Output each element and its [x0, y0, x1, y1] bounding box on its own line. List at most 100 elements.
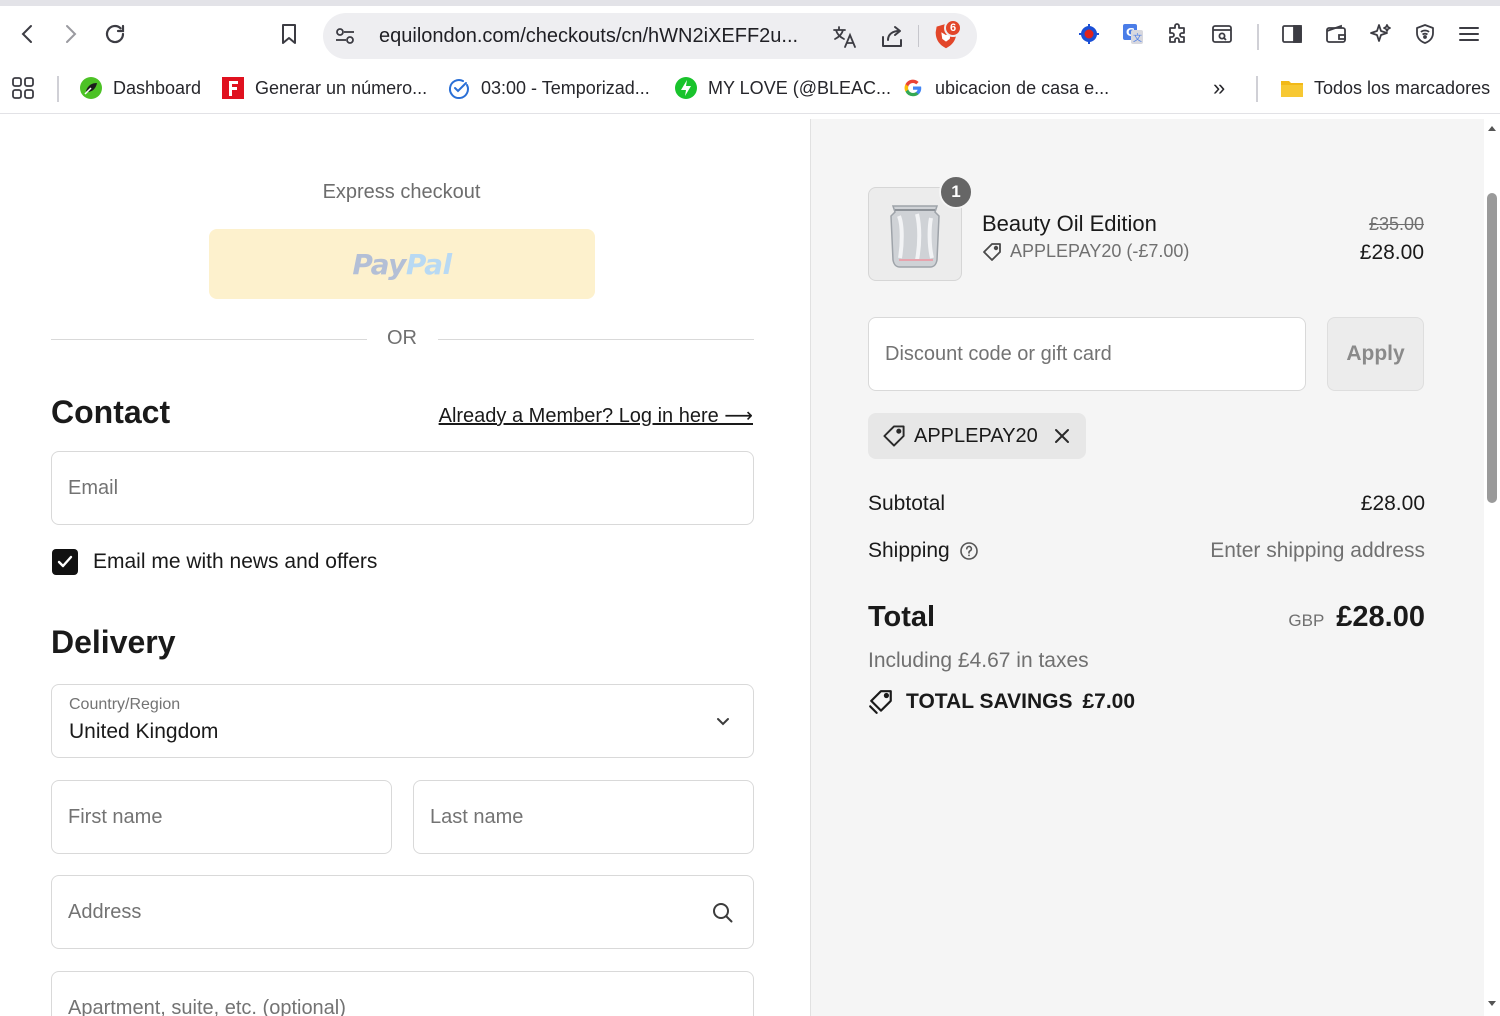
- newsletter-checkbox[interactable]: [52, 549, 78, 575]
- bookmarks-bar: Dashboard Generar un número... 03:00 - T…: [0, 64, 1500, 114]
- bookmark-label: 03:00 - Temporizad...: [481, 77, 650, 98]
- bookmark-label: MY LOVE (@BLEAC...: [708, 77, 891, 98]
- last-name-input[interactable]: [414, 781, 753, 853]
- delivery-heading: Delivery: [51, 624, 176, 660]
- chevron-down-icon: [711, 709, 735, 733]
- tag-icon: [983, 242, 1001, 261]
- checkout-form-column: Express checkout Pay Pal OR Contact Alrea…: [0, 119, 810, 1016]
- savings-label: TOTAL SAVINGS: [906, 690, 1073, 713]
- f-icon: [221, 76, 245, 100]
- discount-code-field[interactable]: [868, 317, 1306, 391]
- apply-button[interactable]: Apply: [1327, 317, 1424, 391]
- menu-icon[interactable]: [1455, 20, 1483, 48]
- product-discount-line: APPLEPAY20 (-£7.00): [982, 241, 1189, 262]
- sidebar-toggle-icon[interactable]: [1278, 20, 1306, 48]
- price-discounted: £28.00: [1359, 241, 1424, 264]
- back-icon[interactable]: [14, 20, 42, 48]
- bookmark-label: Dashboard: [113, 77, 202, 98]
- folder-icon: [1280, 76, 1304, 100]
- bookmarks-divider: [57, 76, 59, 102]
- email-input[interactable]: [52, 452, 753, 524]
- forward-icon[interactable]: [56, 20, 84, 48]
- reload-icon[interactable]: [101, 20, 129, 48]
- bookmark-my-love[interactable]: MY LOVE (@BLEAC...: [674, 75, 891, 101]
- extensions-puzzle-icon[interactable]: [1164, 20, 1192, 48]
- page-scrollbar[interactable]: [1484, 119, 1500, 1016]
- price-original: £35.00: [1368, 214, 1424, 234]
- total-savings: TOTAL SAVINGS £7.00: [868, 689, 1135, 715]
- discount-code-input[interactable]: [869, 318, 1305, 390]
- total-label: Total: [868, 601, 936, 633]
- apartment-input[interactable]: [52, 972, 753, 1016]
- country-label: Country/Region: [69, 696, 181, 713]
- all-bookmarks-folder[interactable]: Todos los marcadores: [1280, 75, 1490, 101]
- bookmark-label: Generar un número...: [255, 77, 428, 98]
- checkmark-icon: [57, 555, 73, 568]
- scrollbar-thumb[interactable]: [1487, 193, 1497, 503]
- total-amount: GBP £28.00: [1288, 601, 1425, 634]
- product-discount-text: APPLEPAY20 (-£7.00): [1010, 241, 1190, 261]
- product-name: Beauty Oil Edition: [982, 211, 1157, 236]
- tax-note: Including £4.67 in taxes: [868, 649, 1089, 672]
- last-name-field[interactable]: [413, 780, 754, 854]
- applied-code-text: APPLEPAY20: [914, 424, 1038, 447]
- translate-icon[interactable]: [831, 24, 857, 50]
- subtotal-value: £28.00: [1360, 492, 1425, 515]
- bookmark-dashboard[interactable]: Dashboard: [79, 75, 201, 101]
- scroll-down-icon[interactable]: [1487, 999, 1497, 1009]
- apps-grid-icon[interactable]: [10, 75, 36, 101]
- tag-icon: [883, 425, 905, 447]
- share-icon[interactable]: [879, 24, 905, 50]
- address-bar[interactable]: equilondon.com/checkouts/cn/hWN2iXEFF2u.…: [323, 13, 977, 59]
- bookmarks-overflow-button[interactable]: »: [1213, 75, 1225, 101]
- bookmarks-divider: [1256, 76, 1258, 102]
- toolbar-divider: [1257, 24, 1259, 50]
- search-icon[interactable]: [711, 901, 735, 925]
- brave-shields-icon[interactable]: 6: [931, 19, 963, 51]
- email-field[interactable]: [51, 451, 754, 525]
- bookmark-generar[interactable]: Generar un número...: [221, 75, 427, 101]
- site-settings-icon[interactable]: [333, 24, 357, 48]
- paypal-logo-pay: Pay: [352, 247, 406, 281]
- wallet-icon[interactable]: [1322, 20, 1350, 48]
- savings-value: £7.00: [1082, 690, 1136, 713]
- divider-line: [438, 339, 754, 340]
- bookmark-icon[interactable]: [275, 20, 303, 48]
- bookmark-label: ubicacion de casa e...: [935, 77, 1110, 98]
- help-circle-icon[interactable]: [959, 541, 979, 561]
- first-name-field[interactable]: [51, 780, 392, 854]
- savings-tag-icon: [869, 690, 892, 714]
- url-text[interactable]: equilondon.com/checkouts/cn/hWN2iXEFF2u.…: [379, 25, 798, 48]
- vpn-shield-icon[interactable]: [1411, 20, 1439, 48]
- apartment-field[interactable]: [51, 971, 754, 1016]
- shipping-value: Enter shipping address: [1210, 539, 1425, 562]
- paypal-button[interactable]: Pay Pal: [209, 229, 595, 299]
- address-input[interactable]: [52, 876, 753, 948]
- bookmark-temporizador[interactable]: 03:00 - Temporizad...: [447, 75, 650, 101]
- leaf-icon: [79, 76, 103, 100]
- member-login-link[interactable]: Already a Member? Log in here ⟶: [439, 403, 753, 428]
- bolt-icon: [674, 76, 698, 100]
- svg-text:文: 文: [1133, 32, 1142, 44]
- checkout-page: Express checkout Pay Pal OR Contact Alrea…: [0, 119, 1500, 1016]
- first-name-input[interactable]: [52, 781, 391, 853]
- bookmark-ubicacion[interactable]: ubicacion de casa e...: [901, 75, 1109, 101]
- total-value: £28.00: [1336, 601, 1425, 633]
- google-translate-icon[interactable]: G文: [1119, 20, 1147, 48]
- country-select[interactable]: Country/Region United Kingdom: [51, 684, 754, 758]
- shipping-label: Shipping: [868, 539, 950, 562]
- leo-ai-icon[interactable]: [1367, 20, 1395, 48]
- divider-line: [51, 339, 367, 340]
- extension-spider-icon[interactable]: [1075, 20, 1103, 48]
- express-checkout-label: Express checkout: [322, 181, 481, 203]
- urlbar-divider: [918, 25, 919, 47]
- contact-heading: Contact: [51, 394, 171, 430]
- scroll-up-icon[interactable]: [1487, 123, 1497, 133]
- remove-discount-close-icon[interactable]: [1052, 426, 1072, 446]
- address-field[interactable]: [51, 875, 754, 949]
- subtotal-label: Subtotal: [868, 492, 946, 515]
- quantity-badge: 1: [939, 175, 973, 209]
- bookmark-label: Todos los marcadores: [1314, 77, 1491, 98]
- reader-mode-icon[interactable]: [1208, 20, 1236, 48]
- timer-check-icon: [447, 76, 471, 100]
